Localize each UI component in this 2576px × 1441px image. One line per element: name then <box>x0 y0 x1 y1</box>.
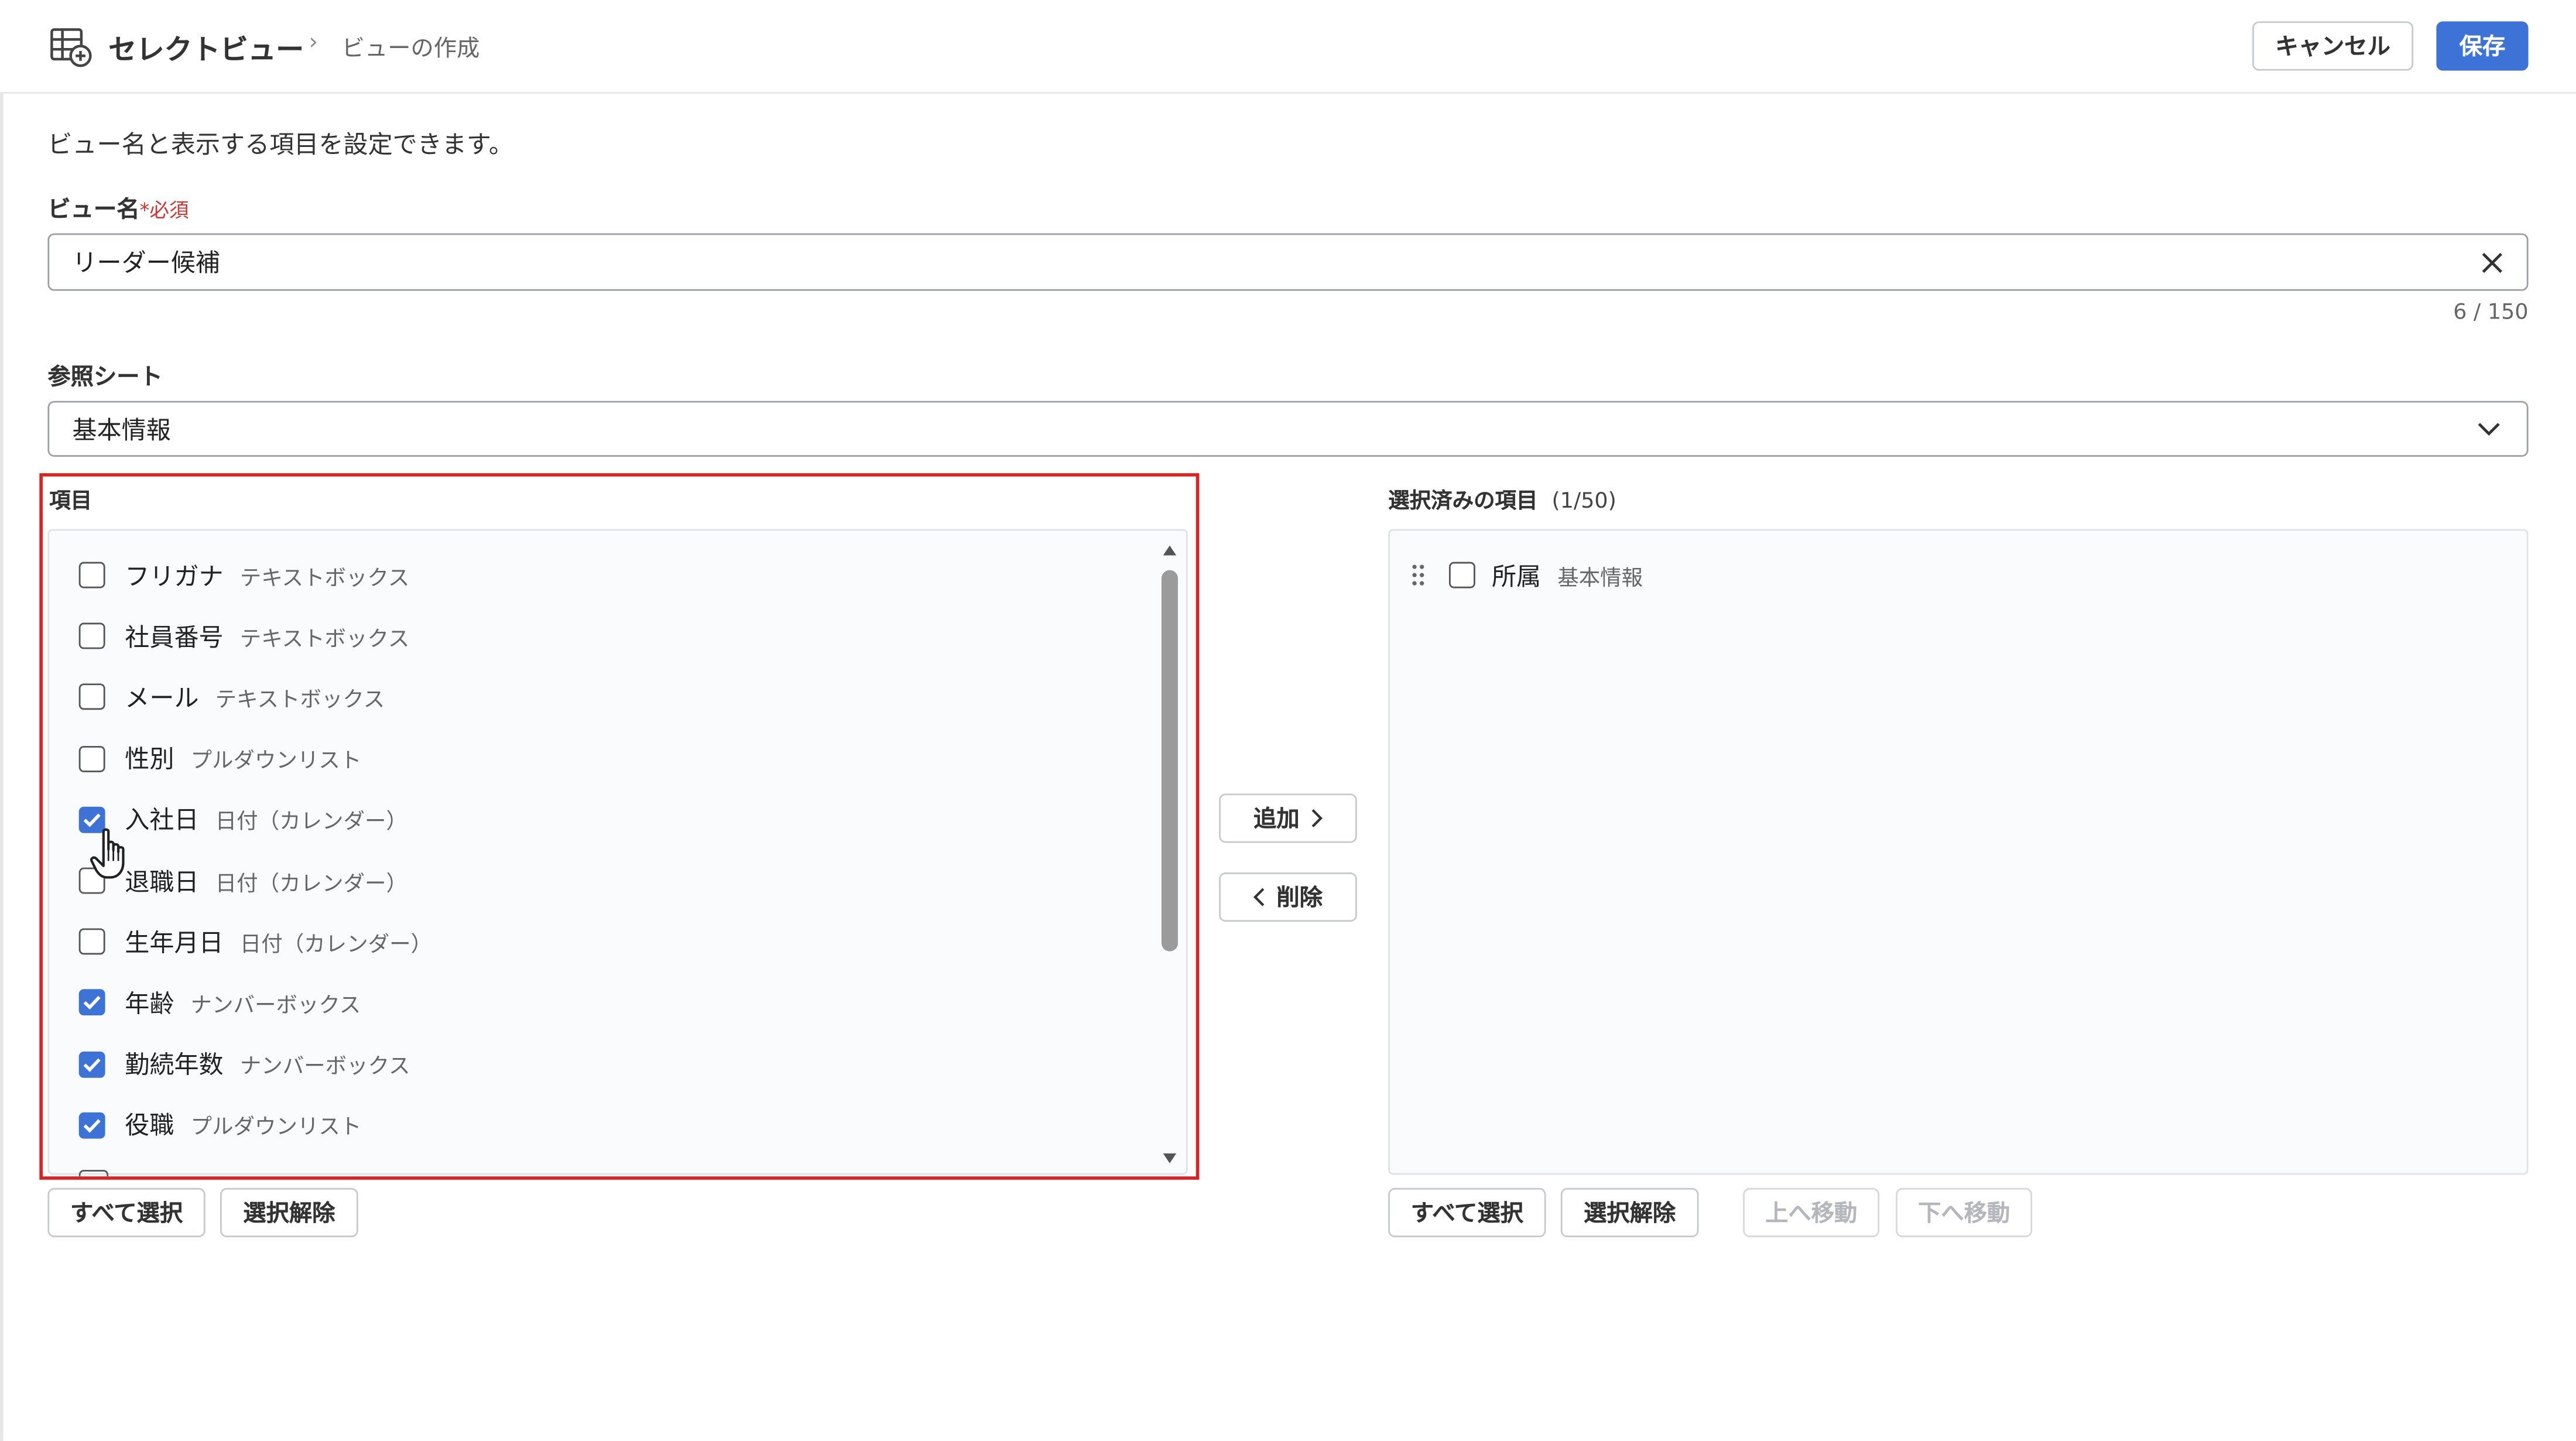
items-select-all-label: すべて選択 <box>70 1201 183 1228</box>
drag-handle-icon[interactable] <box>1410 562 1426 588</box>
selected-deselect-button[interactable]: 選択解除 <box>1560 1187 1699 1237</box>
items-deselect-button[interactable]: 選択解除 <box>220 1187 358 1237</box>
table-plus-icon <box>50 28 92 67</box>
view-name-label-text: ビュー名 <box>47 197 140 224</box>
highlight-frame <box>39 473 1200 1180</box>
sheet-select-value: 基本情報 <box>72 415 171 445</box>
window-edge <box>0 0 4 1441</box>
breadcrumb-separator: › <box>309 29 318 56</box>
sheet-select[interactable]: 基本情報 <box>47 401 2529 457</box>
char-counter: 6 / 150 <box>2453 300 2529 326</box>
chevron-down-icon <box>2478 423 2500 436</box>
selected-select-all-button[interactable]: すべて選択 <box>1388 1187 1546 1237</box>
page-description: ビュー名と表示する項目を設定できます。 <box>47 129 513 160</box>
selected-item-type: 基本情報 <box>1557 566 1643 591</box>
close-icon[interactable] <box>2481 251 2503 274</box>
view-name-input[interactable]: リーダー候補 <box>47 233 2529 291</box>
selected-item-checkbox[interactable] <box>1448 562 1475 588</box>
cancel-button[interactable]: キャンセル <box>2252 21 2414 71</box>
hand-pointer-icon <box>90 828 125 879</box>
remove-button-label: 削除 <box>1276 885 1323 912</box>
selected-select-all-label: すべて選択 <box>1410 1201 1523 1228</box>
chevron-right-icon <box>1311 809 1323 827</box>
selected-item-name: 所属 <box>1491 561 1542 591</box>
move-up-button[interactable]: 上へ移動 <box>1743 1187 1880 1237</box>
selected-panel-title-text: 選択済みの項目 <box>1388 490 1538 515</box>
selected-deselect-label: 選択解除 <box>1584 1201 1676 1228</box>
remove-button[interactable]: 削除 <box>1219 872 1357 922</box>
required-mark: *必須 <box>139 198 189 222</box>
app-title: セレクトビュー <box>108 34 304 68</box>
items-select-all-button[interactable]: すべて選択 <box>47 1187 205 1237</box>
move-down-button[interactable]: 下へ移動 <box>1896 1187 2033 1237</box>
view-name-label: ビュー名*必須 <box>47 192 189 225</box>
add-button[interactable]: 追加 <box>1219 793 1357 843</box>
move-down-label: 下へ移動 <box>1918 1201 2010 1228</box>
save-button[interactable]: 保存 <box>2436 21 2529 71</box>
selected-count: (1/50) <box>1551 490 1616 515</box>
chevron-left-icon <box>1253 888 1265 906</box>
save-button-label: 保存 <box>2459 34 2506 61</box>
sheet-label: 参照シート <box>47 364 163 391</box>
add-button-label: 追加 <box>1253 806 1300 833</box>
move-up-label: 上へ移動 <box>1765 1201 1858 1228</box>
cancel-button-label: キャンセル <box>2275 34 2390 61</box>
selected-list[interactable] <box>1388 529 2529 1175</box>
items-deselect-label: 選択解除 <box>243 1201 335 1228</box>
view-name-value: リーダー候補 <box>72 248 221 278</box>
selected-list-item[interactable]: 所属 基本情報 <box>1410 559 1643 591</box>
selected-panel-title: 選択済みの項目 (1/50) <box>1388 483 1616 514</box>
breadcrumb-current: ビューの作成 <box>341 36 480 63</box>
page-header: セレクトビュー › ビューの作成 キャンセル 保存 <box>0 0 2576 94</box>
